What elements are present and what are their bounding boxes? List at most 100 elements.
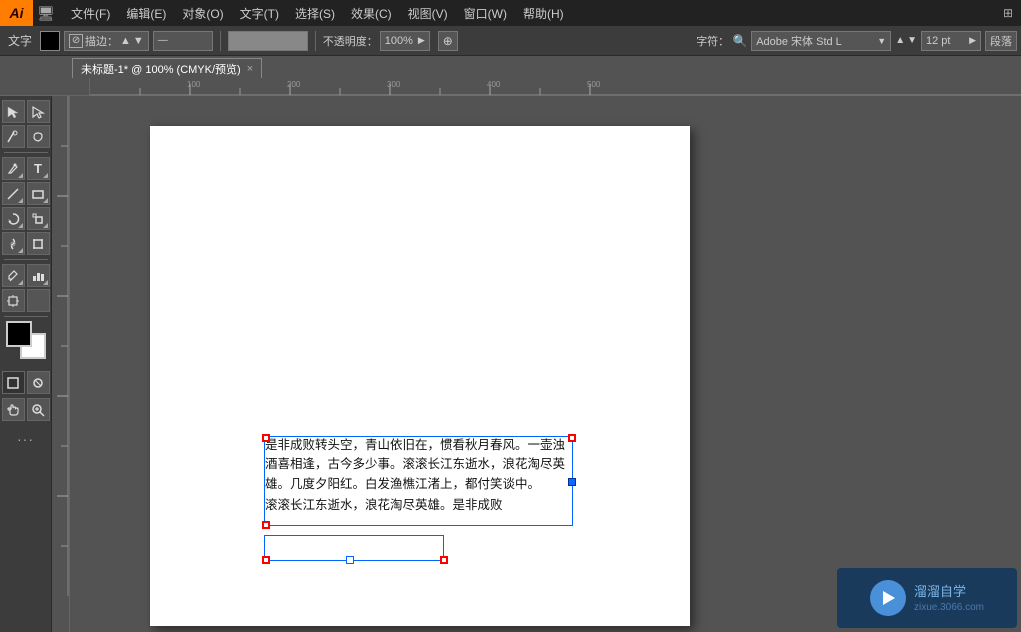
tool-row-pen: T [2, 157, 50, 180]
sep-3 [4, 316, 48, 317]
chart-tool[interactable] [27, 264, 50, 287]
text-content[interactable]: 是非成败转头空，青山依旧在，惯看秋月春风。一壶浊酒喜相逢，古今多少事。滚滚长江东… [265, 436, 570, 516]
svg-text:300: 300 [387, 80, 401, 89]
tool-row-transform2 [2, 207, 50, 230]
main-area: T [0, 96, 1021, 632]
tool-row-shapes [2, 182, 50, 205]
menu-select[interactable]: 选择(S) [287, 0, 343, 26]
stroke-width-select[interactable]: — [153, 31, 213, 51]
sep2 [315, 31, 316, 51]
window-icon: 🖥 [33, 0, 59, 26]
watermark: 溜溜自学 zixue.3066.com [837, 568, 1017, 628]
menu-file[interactable]: 文件(F) [63, 0, 118, 26]
font-label: 字符： [696, 33, 729, 49]
up-arrow-icon: ▲ [895, 35, 905, 46]
options-bar: 文字 ⊘ 描边： ▲ ▼ — 不透明度： 100% ▶ ⊕ 字符： 🔍 Adob… [0, 26, 1021, 56]
more-tools[interactable]: ··· [17, 431, 34, 447]
tab-close-button[interactable]: × [247, 63, 253, 75]
tab-bar: 未标题-1* @ 100% (CMYK/预览) × [0, 56, 1021, 78]
tool-row-warp [2, 232, 50, 255]
stroke-up-icon: ▲ [120, 35, 131, 47]
hand-tool[interactable] [2, 398, 25, 421]
quick-mask-mode[interactable] [27, 371, 50, 394]
sep-2 [4, 259, 48, 260]
eyedropper-tool[interactable] [2, 264, 25, 287]
font-size-value: 12 pt [926, 35, 950, 47]
menu-effect[interactable]: 效果(C) [343, 0, 400, 26]
font-size-input[interactable]: 12 pt ▶ [921, 31, 981, 51]
selection-tool[interactable] [2, 100, 25, 123]
menu-edit[interactable]: 编辑(E) [118, 0, 174, 26]
down-arrow-icon: ▼ [907, 35, 917, 46]
font-size-control: ▲ ▼ [895, 35, 917, 46]
global-icon[interactable]: ⊕ [438, 31, 458, 51]
rectangle-tool[interactable] [27, 182, 50, 205]
type-tool[interactable]: T [27, 157, 50, 180]
watermark-url: zixue.3066.com [914, 602, 984, 613]
fg-swatch[interactable] [6, 321, 32, 347]
menu-object[interactable]: 对象(O) [174, 0, 231, 26]
canvas-container: 是非成败转头空，青山依旧在，惯看秋月春风。一壶浊酒喜相逢，古今多少事。滚滚长江东… [52, 96, 1021, 632]
swatch-area [4, 321, 48, 365]
fill-swatch[interactable] [40, 31, 60, 51]
tool-row-artboard [2, 289, 50, 312]
tool-row-eye [2, 264, 50, 287]
magic-wand-tool[interactable] [2, 125, 25, 148]
warp-tool[interactable] [2, 232, 25, 255]
ruler-corner [72, 78, 90, 96]
text-line-2: 滚滚长江东逝水，浪花淘尽英雄。是非成败 [265, 496, 570, 515]
canvas-paper [150, 126, 690, 626]
brush-input[interactable] [228, 31, 308, 51]
artboard-tool[interactable] [2, 289, 25, 312]
tab-title: 未标题-1* @ 100% (CMYK/预览) [81, 61, 241, 77]
menu-bar: 文件(F) 编辑(E) 对象(O) 文字(T) 选择(S) 效果(C) 视图(V… [59, 0, 995, 26]
rotate-tool[interactable] [2, 207, 25, 230]
paragraph-label: 段落 [990, 33, 1012, 49]
scale-tool[interactable] [27, 207, 50, 230]
direct-selection-tool[interactable] [27, 100, 50, 123]
watermark-title: 溜溜自学 [914, 583, 984, 601]
menu-help[interactable]: 帮助(H) [515, 0, 572, 26]
title-bar: Ai 🖥 文件(F) 编辑(E) 对象(O) 文字(T) 选择(S) 效果(C)… [0, 0, 1021, 26]
sep1 [220, 31, 221, 51]
size-arrow: ▶ [969, 35, 976, 46]
grid-icon: ⊞ [995, 0, 1021, 26]
tool-row-transform [2, 125, 50, 148]
font-selector[interactable]: Adobe 宋体 Std L ▼ [751, 31, 891, 51]
toolbar: T [0, 96, 52, 632]
tool-row-nav [2, 398, 50, 421]
opacity-label: 不透明度： [323, 33, 378, 49]
empty-tool [27, 289, 50, 312]
font-name: Adobe 宋体 Std L [756, 33, 842, 49]
opacity-input[interactable]: 100% ▶ [380, 31, 430, 51]
zoom-tool[interactable] [27, 398, 50, 421]
text-line-1: 是非成败转头空，青山依旧在，惯看秋月春风。一壶浊酒喜相逢，古今多少事。滚滚长江东… [265, 436, 570, 494]
opacity-control: 不透明度： 100% ▶ [323, 31, 430, 51]
watermark-text-area: 溜溜自学 zixue.3066.com [914, 583, 984, 612]
opacity-value: 100% [385, 35, 413, 47]
lasso-tool[interactable] [27, 125, 50, 148]
svg-text:400: 400 [487, 80, 501, 89]
normal-mode[interactable] [2, 371, 25, 394]
stroke-toggle[interactable]: ⊘ 描边： ▲ ▼ [64, 31, 149, 51]
pen-tool[interactable] [2, 157, 25, 180]
line-tool[interactable] [2, 182, 25, 205]
font-search-icon: 🔍 [733, 34, 747, 48]
tool-row-modes [2, 371, 50, 394]
app-logo: Ai [0, 0, 33, 26]
free-transform-tool[interactable] [27, 232, 50, 255]
menu-window[interactable]: 窗口(W) [456, 0, 515, 26]
menu-view[interactable]: 视图(V) [400, 0, 456, 26]
document-tab[interactable]: 未标题-1* @ 100% (CMYK/预览) × [72, 58, 262, 78]
stroke-down-icon: ▼ [133, 35, 144, 47]
sep-1 [4, 152, 48, 153]
paragraph-btn[interactable]: 段落 [985, 31, 1017, 51]
svg-text:500: 500 [587, 80, 601, 89]
type-icon: T [34, 161, 42, 176]
horizontal-ruler: 100 200 300 400 500 [90, 78, 1021, 96]
menu-text[interactable]: 文字(T) [232, 0, 287, 26]
canvas-area[interactable]: 是非成败转头空，青山依旧在，惯看秋月春风。一壶浊酒喜相逢，古今多少事。滚滚长江东… [70, 96, 1021, 632]
stroke-indicator: ⊘ [69, 34, 83, 48]
font-arrow: ▼ [877, 36, 886, 46]
vertical-ruler [52, 96, 70, 632]
